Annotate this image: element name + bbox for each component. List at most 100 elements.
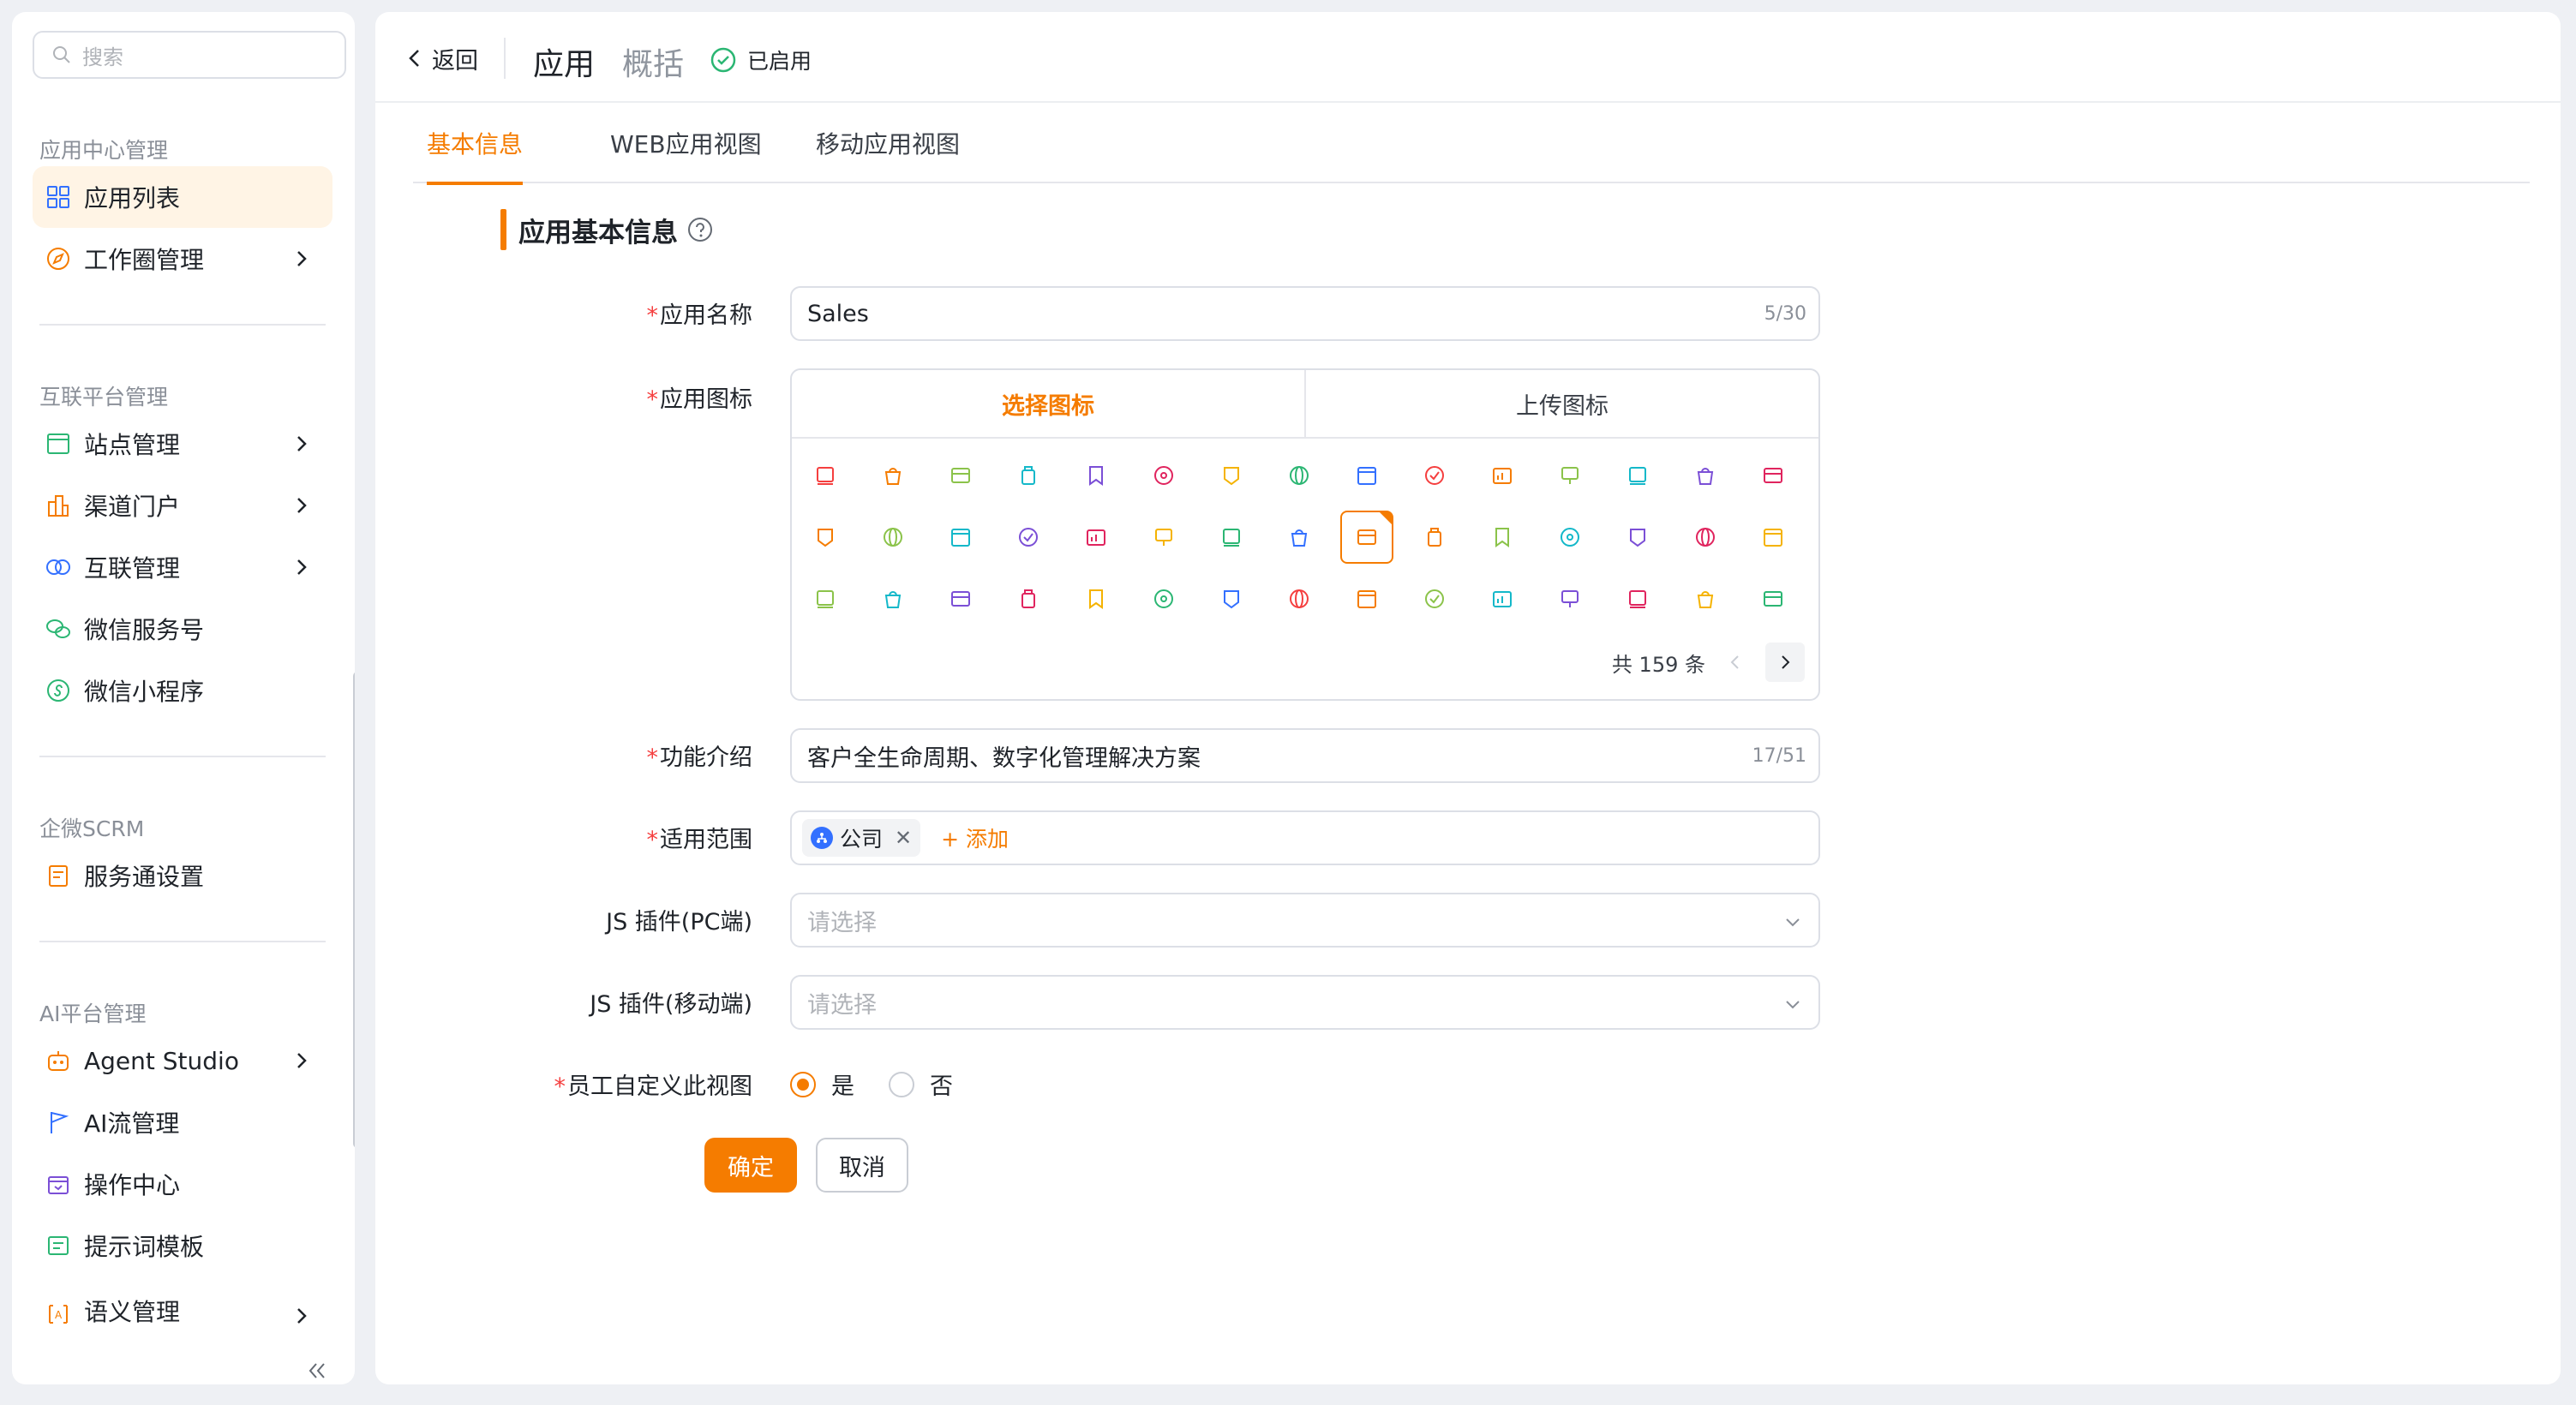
icon-option[interactable] — [1408, 449, 1461, 502]
tab-select-icon[interactable]: 选择图标 — [792, 370, 1304, 437]
overview-link[interactable]: 概括 — [622, 39, 684, 84]
icon-option[interactable] — [1611, 572, 1664, 625]
radio-no-label: 否 — [930, 1073, 953, 1100]
next-page-button[interactable] — [1765, 643, 1805, 682]
tab-label: 基本信息 — [427, 130, 524, 158]
icon-option[interactable] — [799, 511, 852, 564]
icon-option[interactable] — [1137, 572, 1190, 625]
icon-option[interactable] — [1408, 511, 1461, 564]
confirm-button[interactable]: 确定 — [704, 1138, 797, 1193]
icon-option[interactable] — [1476, 449, 1529, 502]
tab-mobile-view[interactable]: 移动应用视图 — [816, 103, 960, 183]
js-pc-select[interactable]: 请选择 — [790, 893, 1820, 948]
radio-yes[interactable] — [790, 1071, 816, 1097]
icon-option[interactable] — [1273, 511, 1326, 564]
radio-no[interactable] — [889, 1071, 914, 1097]
icon-option[interactable] — [1137, 511, 1190, 564]
sidebar-item-app-list[interactable]: 应用列表 — [33, 166, 332, 228]
store-icon — [45, 1170, 72, 1198]
icon-option[interactable] — [1611, 511, 1664, 564]
icon-option[interactable] — [1069, 449, 1123, 502]
add-scope-link[interactable]: + 添加 — [941, 822, 1009, 853]
icon-option[interactable] — [799, 572, 852, 625]
scope-input[interactable]: 公司 ✕ + 添加 — [790, 810, 1820, 865]
tab-underline — [427, 182, 524, 185]
section-title-scrm: 企微SCRM — [39, 816, 145, 841]
prev-page-button[interactable] — [1716, 643, 1755, 682]
sidebar-item-work-circle[interactable]: 工作圈管理 — [33, 228, 332, 290]
icon-option[interactable] — [1205, 449, 1258, 502]
sidebar-item-channel-portal[interactable]: 渠道门户 — [33, 475, 332, 536]
tab-upload-icon[interactable]: 上传图标 — [1304, 370, 1818, 437]
icon-option[interactable] — [1476, 511, 1529, 564]
icon-option[interactable] — [1205, 511, 1258, 564]
icon-option[interactable] — [1205, 572, 1258, 625]
sidebar-scrollbar[interactable] — [353, 672, 355, 1148]
sidebar-item-wechat-service[interactable]: 微信服务号 — [33, 598, 332, 660]
icon-option[interactable] — [1611, 449, 1664, 502]
icon-option[interactable] — [1679, 511, 1732, 564]
tab-web-view[interactable]: WEB应用视图 — [610, 103, 762, 183]
sidebar-item-site[interactable]: 站点管理 — [33, 413, 332, 475]
icon-option[interactable] — [1273, 449, 1326, 502]
cancel-button[interactable]: 取消 — [816, 1138, 908, 1193]
chevron-right-icon — [297, 559, 307, 575]
icon-option[interactable] — [1679, 572, 1732, 625]
radio-yes-option[interactable]: 是 — [790, 1067, 854, 1101]
sidebar-item-interconnect[interactable]: 互联管理 — [33, 536, 332, 598]
icon-option[interactable] — [866, 449, 920, 502]
icon-option[interactable] — [934, 572, 987, 625]
chevron-left-icon — [1730, 655, 1739, 669]
chevron-right-icon — [297, 1308, 307, 1324]
icon-option[interactable] — [1273, 572, 1326, 625]
icon-option[interactable] — [1002, 449, 1055, 502]
sidebar-item-wechat-mini[interactable]: 微信小程序 — [33, 660, 332, 721]
icon-option[interactable] — [866, 572, 920, 625]
sidebar-item-semantic[interactable]: A 语义管理 — [33, 1276, 332, 1328]
icon-option[interactable] — [1137, 449, 1190, 502]
page-header: 返回 应用 概括 已启用 — [375, 12, 2561, 103]
sidebar-item-service-settings[interactable]: 服务通设置 — [33, 845, 332, 906]
radio-no-option[interactable]: 否 — [889, 1067, 953, 1101]
icon-option[interactable] — [1340, 449, 1393, 502]
sidebar-item-operation-center[interactable]: 操作中心 — [33, 1153, 332, 1215]
icon-option[interactable] — [1679, 449, 1732, 502]
sidebar-item-agent-studio[interactable]: Agent Studio — [33, 1030, 332, 1091]
check-circle-icon — [710, 47, 736, 73]
icon-option[interactable] — [1543, 449, 1597, 502]
search-icon — [53, 46, 70, 63]
placeholder: 请选择 — [807, 909, 877, 936]
icon-option[interactable] — [1340, 511, 1393, 564]
app-name-input[interactable]: Sales 5/30 — [790, 286, 1820, 341]
collapse-sidebar-button[interactable] — [300, 1354, 334, 1384]
sidebar-item-prompt-template[interactable]: 提示词模板 — [33, 1215, 332, 1276]
intro-input[interactable]: 客户全生命周期、数字化管理解决方案 17/51 — [790, 728, 1820, 783]
divider — [39, 324, 326, 326]
icon-option[interactable] — [1069, 572, 1123, 625]
icon-option[interactable] — [1543, 511, 1597, 564]
wechat-icon — [45, 615, 72, 643]
icon-option[interactable] — [1476, 572, 1529, 625]
icon-option[interactable] — [1340, 572, 1393, 625]
icon-option[interactable] — [866, 511, 920, 564]
icon-option[interactable] — [934, 449, 987, 502]
back-button[interactable]: 返回 — [404, 34, 478, 82]
icon-option[interactable] — [1002, 511, 1055, 564]
tab-basic-info[interactable]: 基本信息 — [427, 103, 524, 185]
sidebar-item-label: 互联管理 — [84, 554, 181, 583]
icon-option[interactable] — [1002, 572, 1055, 625]
icon-option[interactable] — [934, 511, 987, 564]
icon-option[interactable] — [799, 449, 852, 502]
icon-option[interactable] — [1408, 572, 1461, 625]
icon-option[interactable] — [1746, 572, 1800, 625]
js-mobile-select[interactable]: 请选择 — [790, 975, 1820, 1030]
icon-option[interactable] — [1746, 511, 1800, 564]
search-input[interactable]: 搜索 — [33, 31, 346, 79]
sidebar-item-ai-flow[interactable]: AI流管理 — [33, 1091, 332, 1153]
help-icon[interactable] — [686, 216, 714, 243]
icon-option[interactable] — [1746, 449, 1800, 502]
icon-option[interactable] — [1543, 572, 1597, 625]
remove-tag-icon[interactable]: ✕ — [895, 826, 912, 850]
sidebar-item-label: 语义管理 — [84, 1298, 181, 1326]
icon-option[interactable] — [1069, 511, 1123, 564]
